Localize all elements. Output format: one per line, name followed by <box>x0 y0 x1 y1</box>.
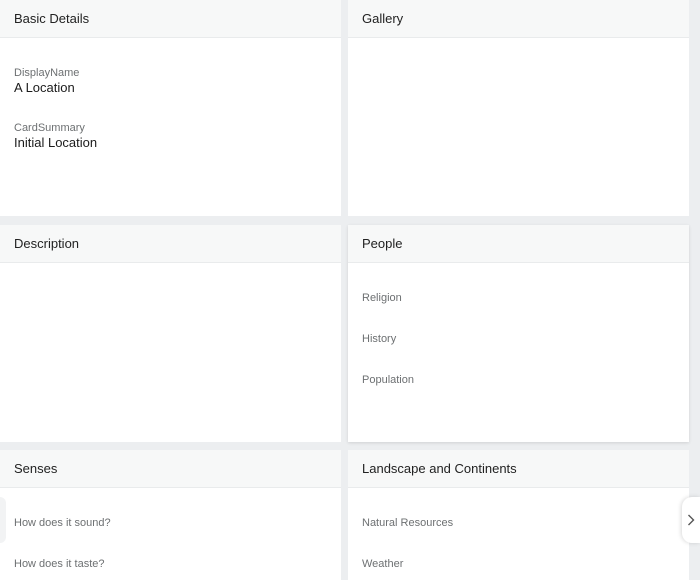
sound-field[interactable]: How does it sound? <box>14 517 111 529</box>
card-title: Gallery <box>348 0 689 38</box>
card-gallery: Gallery <box>348 0 689 216</box>
card-summary-value[interactable]: Initial Location <box>14 135 97 150</box>
weather-field[interactable]: Weather <box>362 558 403 570</box>
population-field[interactable]: Population <box>362 374 414 386</box>
taste-field[interactable]: How does it taste? <box>14 558 105 570</box>
display-name-label: DisplayName <box>14 67 80 79</box>
card-description: Description <box>0 225 341 442</box>
card-people: People Religion History Population <box>348 225 689 442</box>
card-title: Landscape and Continents <box>348 450 689 488</box>
card-senses: Senses How does it sound? How does it ta… <box>0 450 341 580</box>
card-title: People <box>348 225 689 263</box>
display-name-value[interactable]: A Location <box>14 80 75 95</box>
prev-edge-handle[interactable] <box>0 497 6 543</box>
card-summary-label: CardSummary <box>14 122 85 134</box>
chevron-right-icon <box>688 514 695 526</box>
natural-resources-field[interactable]: Natural Resources <box>362 517 453 529</box>
card-title: Senses <box>0 450 341 488</box>
religion-field[interactable]: Religion <box>362 292 402 304</box>
card-title: Basic Details <box>0 0 341 38</box>
card-landscape: Landscape and Continents Natural Resourc… <box>348 450 689 580</box>
history-field[interactable]: History <box>362 333 396 345</box>
card-basic-details: Basic Details DisplayName A Location Car… <box>0 0 341 216</box>
card-title: Description <box>0 225 341 263</box>
next-button[interactable] <box>682 497 700 543</box>
